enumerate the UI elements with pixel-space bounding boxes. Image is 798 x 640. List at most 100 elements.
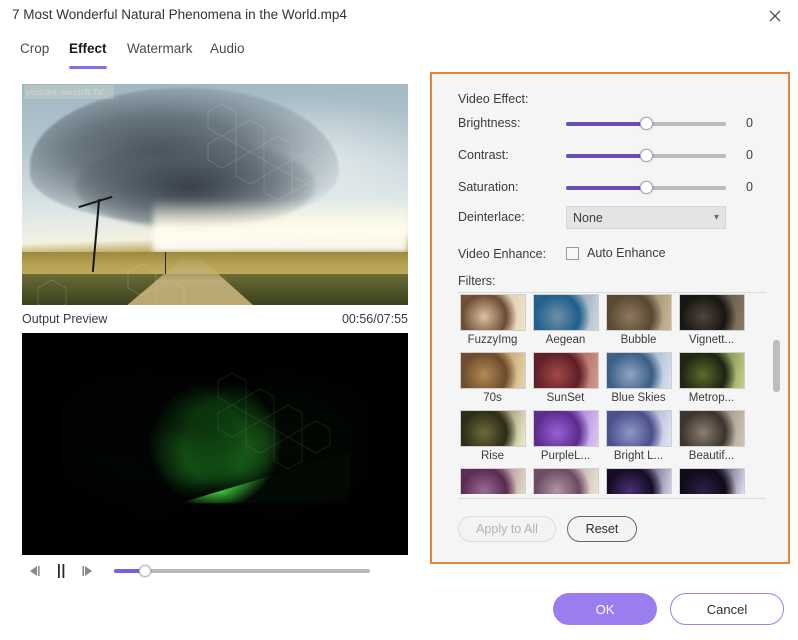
chevron-down-icon: ▾ — [714, 212, 719, 223]
filter-item[interactable]: PurpleL... — [529, 410, 602, 462]
filter-item[interactable]: Beautif... — [675, 410, 748, 462]
deinterlace-label: Deinterlace: — [458, 210, 525, 224]
filter-thumbnail-image — [607, 411, 671, 446]
video-effect-heading: Video Effect: — [458, 92, 528, 106]
reset-button[interactable]: Reset — [567, 516, 637, 542]
filter-item[interactable]: FuzzyImg — [456, 294, 529, 346]
binocular-mask — [61, 351, 370, 537]
horizon-glow — [153, 199, 408, 252]
filter-thumbnail — [606, 352, 672, 389]
slider-knob[interactable] — [640, 149, 653, 162]
filter-item[interactable] — [602, 468, 675, 494]
player-controls — [22, 557, 408, 585]
filter-item[interactable]: Vignett... — [675, 294, 748, 346]
tab-watermark[interactable]: Watermark — [127, 36, 193, 70]
tab-underline — [69, 66, 107, 69]
filter-item[interactable]: Bright L... — [602, 410, 675, 462]
distant-pole — [165, 252, 166, 274]
output-video-preview[interactable] — [22, 333, 408, 555]
ok-label: OK — [596, 602, 615, 617]
filter-thumbnail-image — [534, 411, 598, 446]
auto-enhance-checkbox[interactable]: Auto Enhance — [566, 246, 666, 260]
contrast-value: 0 — [746, 148, 753, 162]
playback-progress-slider[interactable] — [114, 563, 370, 579]
filter-thumbnail — [460, 410, 526, 447]
filter-thumbnail — [606, 410, 672, 447]
filter-thumbnail — [606, 468, 672, 494]
filter-name: Aegean — [546, 334, 586, 346]
filter-thumbnail — [533, 294, 599, 331]
close-button[interactable] — [752, 0, 798, 32]
tab-crop[interactable]: Crop — [20, 36, 49, 70]
slider-knob[interactable] — [640, 117, 653, 130]
cancel-button[interactable]: Cancel — [670, 593, 784, 625]
output-preview-label: Output Preview — [22, 312, 107, 326]
tab-label: Crop — [20, 41, 49, 56]
filter-thumbnail-image — [680, 295, 744, 330]
filter-item[interactable] — [529, 468, 602, 494]
filters-scrollbar[interactable] — [773, 294, 780, 494]
tab-effect[interactable]: Effect — [69, 36, 107, 70]
next-frame-button[interactable] — [74, 560, 100, 582]
filters-scroll-area[interactable]: FuzzyImgAegeanBubbleVignett...70sSunSetB… — [456, 294, 768, 494]
window-title: 7 Most Wonderful Natural Phenomena in th… — [12, 7, 347, 22]
slider-fill — [566, 122, 646, 126]
filter-item[interactable] — [456, 468, 529, 494]
tab-bar: Crop Effect Watermark Audio — [0, 36, 798, 70]
filter-item[interactable]: Aegean — [529, 294, 602, 346]
filter-thumbnail-image — [680, 353, 744, 388]
filter-item[interactable] — [675, 468, 748, 494]
saturation-slider[interactable] — [566, 180, 726, 196]
output-preview-header: Output Preview 00:56/07:55 — [22, 309, 408, 329]
filter-item[interactable]: Rise — [456, 410, 529, 462]
progress-knob[interactable] — [139, 565, 151, 577]
filter-item[interactable]: Metrop... — [675, 352, 748, 404]
deinterlace-select[interactable]: None ▾ — [566, 206, 726, 229]
filter-thumbnail-image — [680, 411, 744, 446]
filter-thumbnail-image — [607, 353, 671, 388]
filter-thumbnail — [679, 294, 745, 331]
filter-thumbnail — [533, 352, 599, 389]
source-video-preview[interactable]: youtube: sorcrcft TV — [22, 84, 408, 305]
filter-thumbnail — [533, 410, 599, 447]
tab-label: Effect — [69, 41, 107, 56]
brightness-value: 0 — [746, 116, 753, 130]
filter-item[interactable]: SunSet — [529, 352, 602, 404]
saturation-value: 0 — [746, 180, 753, 194]
filter-item[interactable]: 70s — [456, 352, 529, 404]
filter-thumbnail-image — [607, 295, 671, 330]
filter-thumbnail-image — [534, 353, 598, 388]
ok-button[interactable]: OK — [553, 593, 657, 625]
filter-thumbnail — [460, 468, 526, 494]
pause-button[interactable] — [48, 560, 74, 582]
night-vision-image — [22, 333, 408, 555]
filter-thumbnail — [679, 410, 745, 447]
filter-item[interactable]: Bubble — [602, 294, 675, 346]
filter-thumbnail — [679, 352, 745, 389]
slider-knob[interactable] — [640, 181, 653, 194]
playback-time: 00:56/07:55 — [342, 312, 408, 326]
filter-thumbnail-image — [534, 469, 598, 494]
previous-frame-button[interactable] — [22, 560, 48, 582]
filters-label: Filters: — [458, 274, 496, 288]
slider-fill — [566, 154, 646, 158]
filter-name: Metrop... — [689, 392, 734, 404]
filter-item[interactable]: Blue Skies — [602, 352, 675, 404]
apply-to-all-label: Apply to All — [476, 522, 538, 536]
filters-scrollbar-thumb[interactable] — [773, 340, 780, 392]
tab-label: Watermark — [127, 41, 193, 56]
title-bar: 7 Most Wonderful Natural Phenomena in th… — [0, 0, 798, 32]
filter-thumbnail — [606, 294, 672, 331]
filter-thumbnail-image — [461, 411, 525, 446]
tab-audio[interactable]: Audio — [210, 36, 245, 70]
filter-thumbnail — [460, 294, 526, 331]
brightness-slider[interactable] — [566, 116, 726, 132]
apply-to-all-button[interactable]: Apply to All — [458, 516, 556, 542]
filter-thumbnail-image — [461, 353, 525, 388]
contrast-slider[interactable] — [566, 148, 726, 164]
storm-image — [22, 84, 408, 305]
slider-fill — [566, 186, 646, 190]
tab-label: Audio — [210, 41, 245, 56]
filter-thumbnail-image — [680, 469, 744, 494]
filter-name: Bubble — [621, 334, 657, 346]
